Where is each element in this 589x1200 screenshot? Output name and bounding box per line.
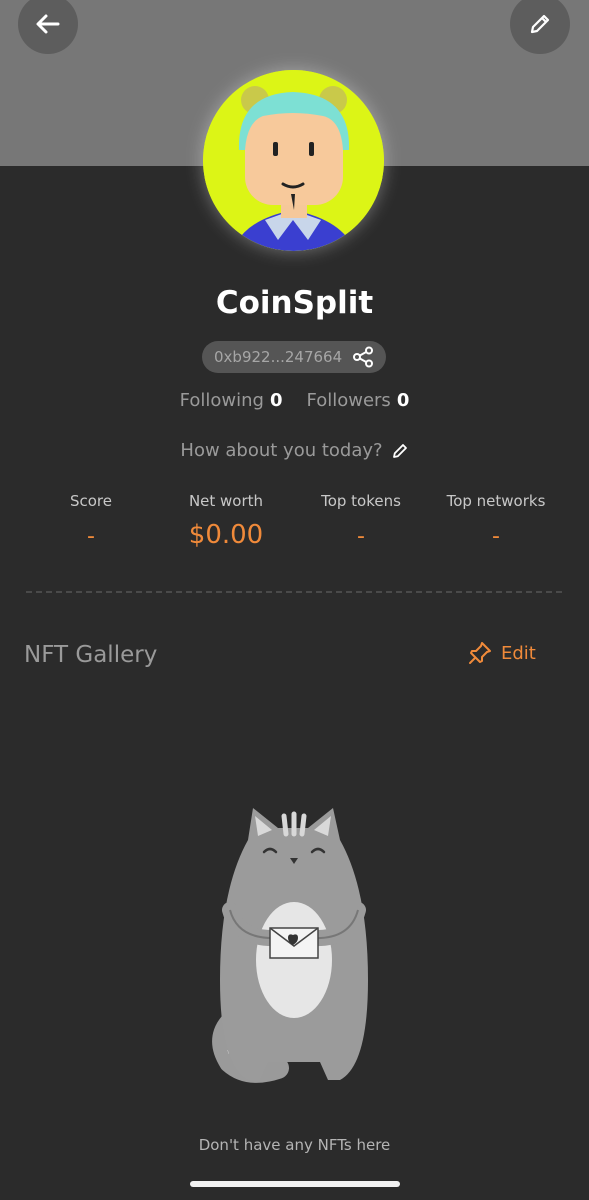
nft-gallery-edit-button[interactable]: Edit	[467, 640, 536, 666]
stat-value: $0.00	[188, 520, 264, 550]
status-text: How about you today?	[180, 440, 383, 461]
followers-count: 0	[396, 390, 410, 411]
arrow-left-icon	[36, 14, 60, 34]
stat-value: -	[357, 524, 365, 549]
pencil-icon	[530, 14, 550, 34]
stat-label: Top tokens	[321, 492, 401, 510]
empty-cat-illustration	[212, 808, 368, 1083]
following-label: Following	[179, 390, 264, 411]
empty-nft-message: Don't have any NFTs here	[198, 1136, 391, 1154]
pin-icon	[469, 642, 491, 664]
follow-stats: Following 0 Followers 0	[0, 390, 589, 411]
profile-screen: CoinSplit 0xb922...247664 Following 0 Fo…	[0, 0, 589, 1200]
following-count: 0	[269, 390, 283, 411]
stat-value: -	[87, 524, 95, 549]
stat-label: Score	[69, 492, 112, 510]
wallet-address-pill[interactable]: 0xb922...247664	[202, 341, 386, 373]
wallet-address: 0xb922...247664	[214, 348, 343, 366]
stats-row: Score - Net worth $0.00 Top tokens - Top…	[0, 492, 589, 562]
stat-net-worth: Net worth $0.00	[156, 492, 296, 550]
home-indicator[interactable]	[190, 1181, 400, 1187]
edit-status-icon[interactable]	[391, 442, 409, 460]
avatar[interactable]	[203, 70, 384, 251]
nft-gallery-title: NFT Gallery	[24, 642, 158, 668]
followers-link[interactable]: Followers 0	[306, 390, 409, 411]
stat-label: Top networks	[446, 492, 546, 510]
avatar-illustration	[203, 70, 384, 251]
status-message[interactable]: How about you today?	[0, 440, 589, 461]
stat-score: Score -	[21, 492, 161, 549]
profile-name: CoinSplit	[215, 285, 374, 321]
followers-label: Followers	[306, 390, 391, 411]
stat-top-networks: Top networks -	[426, 492, 566, 549]
edit-label: Edit	[501, 642, 536, 664]
section-divider	[26, 591, 562, 593]
following-link[interactable]: Following 0	[180, 390, 283, 411]
stat-top-tokens: Top tokens -	[291, 492, 431, 549]
share-icon[interactable]	[352, 346, 374, 368]
stat-value: -	[492, 524, 500, 549]
stat-label: Net worth	[188, 492, 264, 510]
